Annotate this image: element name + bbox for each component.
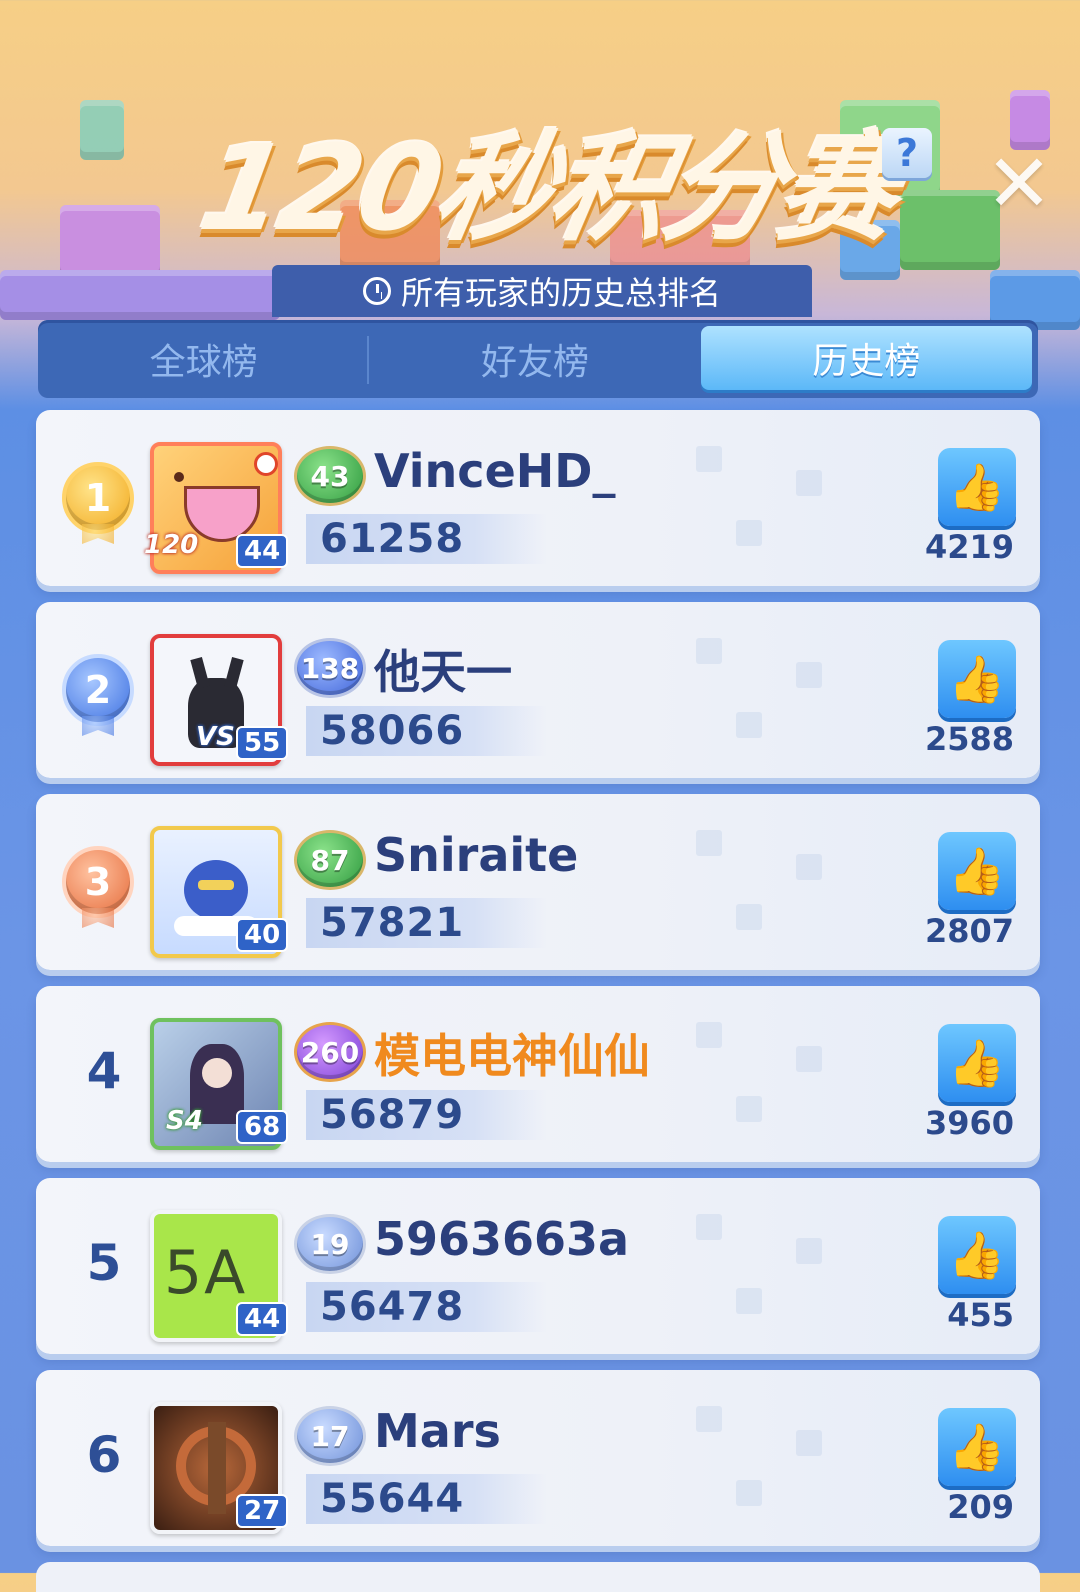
close-icon: ✕ [985,137,1053,230]
like-count: 3960 [924,1104,1014,1142]
subtitle-text: 所有玩家的历史总排名 [400,274,721,312]
like-button[interactable]: 👍 [938,1024,1016,1102]
leaderboard-tabs: 全球榜 好友榜 历史榜 [38,320,1038,398]
thumbs-up-icon: 👍 [948,1227,1006,1282]
leaderboard-row[interactable]: 1 120 44 43 VinceHD_ 61258 👍 4219 [36,410,1040,586]
avatar-text: 5A [164,1238,248,1308]
score: 58066 [320,708,465,754]
leaderboard-row[interactable]: 4 S4 68 260 模电电神仙仙 56879 👍 3960 [36,986,1040,1162]
like-button[interactable]: 👍 [938,448,1016,526]
avatar-level: 68 [236,1110,289,1144]
player-name: Sniraite [374,828,579,882]
like-count: 209 [947,1488,1014,1526]
score: 56879 [320,1092,465,1138]
leaderboard-row-partial [36,1562,1040,1592]
avatar-level: 44 [236,534,289,568]
like-button[interactable]: 👍 [938,640,1016,718]
leaderboard-row[interactable]: 6 27 17 Mars 55644 👍 209 [36,1370,1040,1546]
close-button[interactable]: ✕ [983,144,1055,224]
rank-number: 5 [86,1234,122,1292]
subtitle-banner: 所有玩家的历史总排名 [272,265,812,317]
rank-medal-bronze: 3 [62,846,134,918]
like-button[interactable]: 👍 [938,1216,1016,1294]
avatar-tag: S4 [166,1106,203,1136]
rank-medal-silver: 2 [62,654,134,726]
help-button[interactable]: ? [882,128,932,178]
player-name: Mars [374,1404,501,1458]
thumbs-up-icon: 👍 [948,459,1006,514]
like-count: 2807 [924,912,1014,950]
leaderboard-row[interactable]: 5 5A 44 19 5963663a 56478 👍 455 [36,1178,1040,1354]
thumbs-up-icon: 👍 [948,1035,1006,1090]
thumbs-up-icon: 👍 [948,1419,1006,1474]
score: 61258 [320,516,465,562]
leaderboard-row[interactable]: 3 40 87 Sniraite 57821 👍 2807 [36,794,1040,970]
like-count: 4219 [924,528,1014,566]
score: 57821 [320,900,465,946]
tab-friends[interactable]: 好友榜 [369,320,700,398]
clock-icon [362,277,391,305]
level-badge: 138 [294,638,366,698]
rank-number: 6 [86,1426,122,1484]
avatar-tag: 120 [144,530,199,560]
player-name: 模电电神仙仙 [374,1029,650,1083]
level-badge: 260 [294,1022,366,1082]
avatar-level: 27 [236,1494,289,1528]
thumbs-up-icon: 👍 [948,843,1006,898]
thumbs-up-icon: 👍 [948,651,1006,706]
avatar-level: 40 [236,918,289,952]
level-badge: 17 [294,1406,366,1466]
tab-global[interactable]: 全球榜 [38,320,370,398]
tab-history[interactable]: 历史榜 [700,326,1032,390]
rank-number: 4 [86,1042,122,1100]
like-count: 2588 [924,720,1014,758]
like-button[interactable]: 👍 [938,832,1016,910]
level-badge: 43 [294,446,366,506]
question-icon: ? [895,131,919,175]
avatar-tag: VS [196,722,235,752]
player-name: 他天一 [374,645,512,699]
score: 55644 [320,1476,465,1522]
avatar-level: 55 [236,726,289,760]
level-badge: 87 [294,830,366,890]
rank-medal-gold: 1 [62,462,134,534]
player-name: VinceHD_ [374,444,616,498]
avatar-level: 44 [236,1302,289,1336]
player-name: 5963663a [374,1212,630,1266]
event-title: 120秒积分赛 [190,119,906,257]
score: 56478 [320,1284,465,1330]
leaderboard-row[interactable]: 2 VS 55 138 他天一 58066 👍 2588 [36,602,1040,778]
like-count: 455 [947,1296,1014,1334]
level-badge: 19 [294,1214,366,1274]
like-button[interactable]: 👍 [938,1408,1016,1486]
